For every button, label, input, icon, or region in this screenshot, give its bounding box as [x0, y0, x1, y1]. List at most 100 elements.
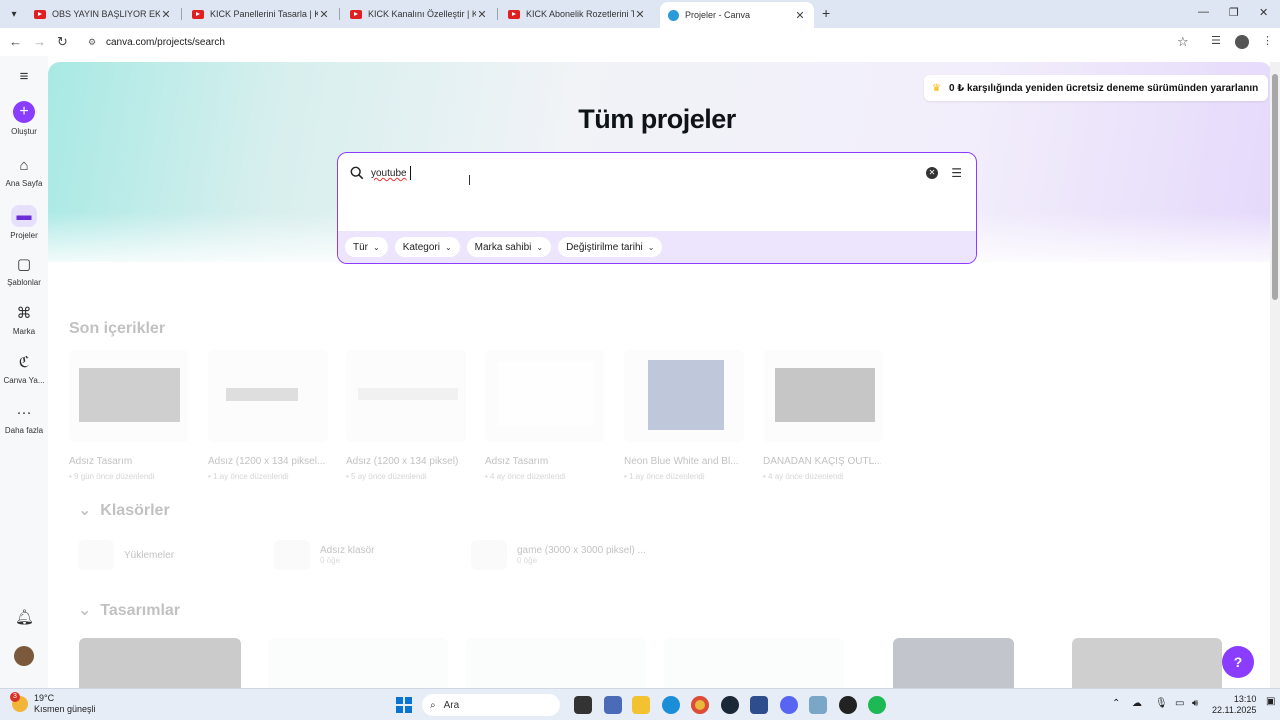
close-tab-icon[interactable]: ✕ — [476, 8, 488, 21]
browser-tab[interactable]: KICK Abonelik Rozetlerini Tasar ✕ — [500, 2, 654, 26]
recent-thumbnail[interactable] — [763, 350, 883, 442]
reading-list-icon[interactable]: ☰ — [1211, 34, 1221, 47]
scrollbar-thumb[interactable] — [1272, 74, 1278, 300]
restore-icon[interactable]: ❐ — [1229, 6, 1239, 19]
task-view-icon[interactable] — [574, 696, 592, 714]
settings-icon[interactable] — [809, 696, 827, 714]
hamburger-icon[interactable]: ≡ — [15, 68, 33, 86]
folder-count: 0 öğe — [320, 556, 341, 565]
sidebar-item-canva-ai[interactable]: ℭ Canva Ya... — [0, 354, 48, 385]
store-icon[interactable] — [750, 696, 768, 714]
file-explorer-icon[interactable] — [632, 696, 650, 714]
spotify-icon[interactable] — [868, 696, 886, 714]
address-bar[interactable]: ⚙ canva.com/projects/search — [80, 31, 1200, 53]
designs-title-text: Tasarımlar — [100, 602, 181, 619]
back-icon[interactable]: ← — [9, 34, 22, 49]
notifications-button[interactable]: 🔔︎ — [0, 609, 48, 631]
discord-icon[interactable] — [780, 696, 798, 714]
sidebar-item-brand[interactable]: ⌘ Marka — [0, 305, 48, 336]
help-button[interactable]: ? — [1222, 646, 1254, 678]
section-title-designs[interactable]: ⌄ Tasarımlar — [78, 600, 180, 620]
new-tab-icon[interactable]: + — [822, 5, 830, 21]
obs-icon[interactable] — [839, 696, 857, 714]
sidebar-item-projects[interactable]: ▬ Projeler — [0, 205, 48, 240]
minimize-icon[interactable]: — — [1198, 6, 1209, 18]
browser-tab[interactable]: KICK Panellerini Tasarla | Kick A ✕ — [184, 2, 338, 26]
notifications-icon[interactable]: ▣ — [1266, 696, 1275, 707]
folder-item[interactable]: game (3000 x 3000 piksel) ... 0 öğe — [471, 540, 646, 570]
search-input[interactable]: youtube — [371, 168, 407, 179]
section-title-folders[interactable]: ⌄ Klasörler — [78, 500, 170, 520]
design-thumbnail[interactable] — [893, 638, 1014, 688]
close-tab-icon[interactable]: ✕ — [794, 9, 806, 22]
reload-icon[interactable]: ↻ — [57, 34, 68, 50]
windows-start-icon[interactable] — [396, 697, 412, 713]
mouse-cursor — [469, 175, 470, 185]
folder-item[interactable]: Yüklemeler — [78, 540, 174, 570]
clear-search-icon[interactable]: ✕ — [926, 167, 938, 179]
site-info-icon[interactable]: ⚙ — [88, 37, 100, 48]
page-scrollbar[interactable] — [1270, 62, 1280, 688]
microphone-icon[interactable]: 🎙︎ — [1155, 698, 1168, 709]
filter-row: Tür ⌄ Kategori ⌄ Marka sahibi ⌄ Değiştirilm… — [338, 231, 976, 263]
sidebar-item-templates[interactable]: ▢ Şablonlar — [0, 256, 48, 287]
recent-item-name[interactable]: DANADAN KAÇIŞ OUTL... — [763, 456, 881, 467]
recent-thumbnail[interactable] — [208, 350, 328, 442]
taskbar-search[interactable]: ⌕ Ara — [422, 694, 560, 716]
recent-item-name[interactable]: Adsız (1200 x 134 piksel... — [208, 456, 326, 467]
search-box[interactable]: youtube ✕ ☰ Tür ⌄ Kategori ⌄ Marka sahibi ⌄… — [337, 152, 977, 264]
sidebar-item-label: Projeler — [10, 231, 38, 240]
close-tab-icon[interactable]: ✕ — [634, 8, 646, 21]
canva-favicon-icon — [668, 9, 679, 21]
design-thumbnail[interactable] — [466, 638, 646, 688]
edge-icon[interactable] — [662, 696, 680, 714]
create-button[interactable]: + Oluştur — [0, 101, 48, 136]
close-tab-icon[interactable]: ✕ — [160, 8, 172, 21]
close-window-icon[interactable]: ✕ — [1259, 6, 1268, 19]
recent-thumbnail[interactable] — [624, 350, 744, 442]
recent-thumbnail[interactable] — [485, 350, 605, 442]
app-icon[interactable] — [604, 696, 622, 714]
profile-avatar[interactable] — [1235, 35, 1249, 49]
close-tab-icon[interactable]: ✕ — [318, 8, 330, 21]
system-clock[interactable]: 13:10 22.11.2025 — [1212, 694, 1256, 716]
recent-thumbnail[interactable] — [346, 350, 466, 442]
browser-toolbar: ← → ↻ ⚙ canva.com/projects/search ☆ ☰ ⋮ — [0, 28, 1280, 56]
tray-chevron-icon[interactable]: ⌃ — [1112, 698, 1120, 709]
steam-icon[interactable] — [721, 696, 739, 714]
filter-type-dropdown[interactable]: Tür ⌄ — [345, 237, 388, 257]
recent-item-name[interactable]: Adsız Tasarım — [485, 456, 603, 467]
chrome-icon[interactable] — [691, 696, 709, 714]
sidebar-item-more[interactable]: ··· Daha fazla — [0, 404, 48, 435]
forward-icon[interactable]: → — [33, 34, 46, 49]
filter-settings-icon[interactable]: ☰ — [951, 166, 962, 180]
recent-thumbnail[interactable] — [69, 350, 189, 442]
browser-tab[interactable]: OBS YAYIN BAŞLIYOR EKRANI N ✕ — [26, 2, 180, 26]
tab-search-menu-icon[interactable]: ▾ — [4, 4, 24, 24]
free-trial-banner[interactable]: ♛ 0 ₺ karşılığında yeniden ücretsiz dene… — [924, 75, 1269, 101]
design-thumbnail[interactable] — [79, 638, 241, 688]
sidebar-item-home[interactable]: ⌂ Ana Sayfa — [0, 157, 48, 188]
account-avatar[interactable] — [0, 646, 48, 670]
tab-title: OBS YAYIN BAŞLIYOR EKRANI N — [52, 9, 160, 19]
browser-menu-icon[interactable]: ⋮ — [1262, 34, 1273, 47]
design-thumbnail[interactable] — [664, 638, 844, 688]
recent-item-name[interactable]: Adsız (1200 x 134 piksel) — [346, 456, 464, 467]
design-thumbnail[interactable] — [268, 638, 448, 688]
folder-item[interactable]: Adsız klasör 0 öğe — [274, 540, 374, 570]
recent-item-meta: • 4 ay önce düzenlendi — [485, 472, 566, 481]
filter-category-dropdown[interactable]: Kategori ⌄ — [394, 237, 460, 257]
weather-widget[interactable]: 3 19°C Kısmen güneşli — [10, 692, 96, 715]
recent-item-name[interactable]: Adsız Tasarım — [69, 456, 187, 467]
recent-item-name[interactable]: Neon Blue White and Bl... — [624, 456, 742, 467]
filter-modified-dropdown[interactable]: Değiştirilme tarihi ⌄ — [558, 237, 663, 257]
browser-tab[interactable]: KICK Kanalını Özelleştir | Kick A ✕ — [342, 2, 496, 26]
onedrive-icon[interactable]: ☁ — [1132, 698, 1142, 709]
menu-toggle[interactable]: ≡ — [0, 68, 48, 90]
design-thumbnail[interactable] — [1072, 638, 1222, 688]
volume-icon[interactable]: 🔊︎ — [1192, 698, 1198, 709]
network-icon[interactable]: ▭ — [1175, 698, 1184, 709]
bookmark-star-icon[interactable]: ☆ — [1177, 34, 1189, 50]
browser-tab-active[interactable]: Projeler - Canva ✕ — [660, 2, 814, 28]
filter-owner-dropdown[interactable]: Marka sahibi ⌄ — [466, 237, 552, 257]
